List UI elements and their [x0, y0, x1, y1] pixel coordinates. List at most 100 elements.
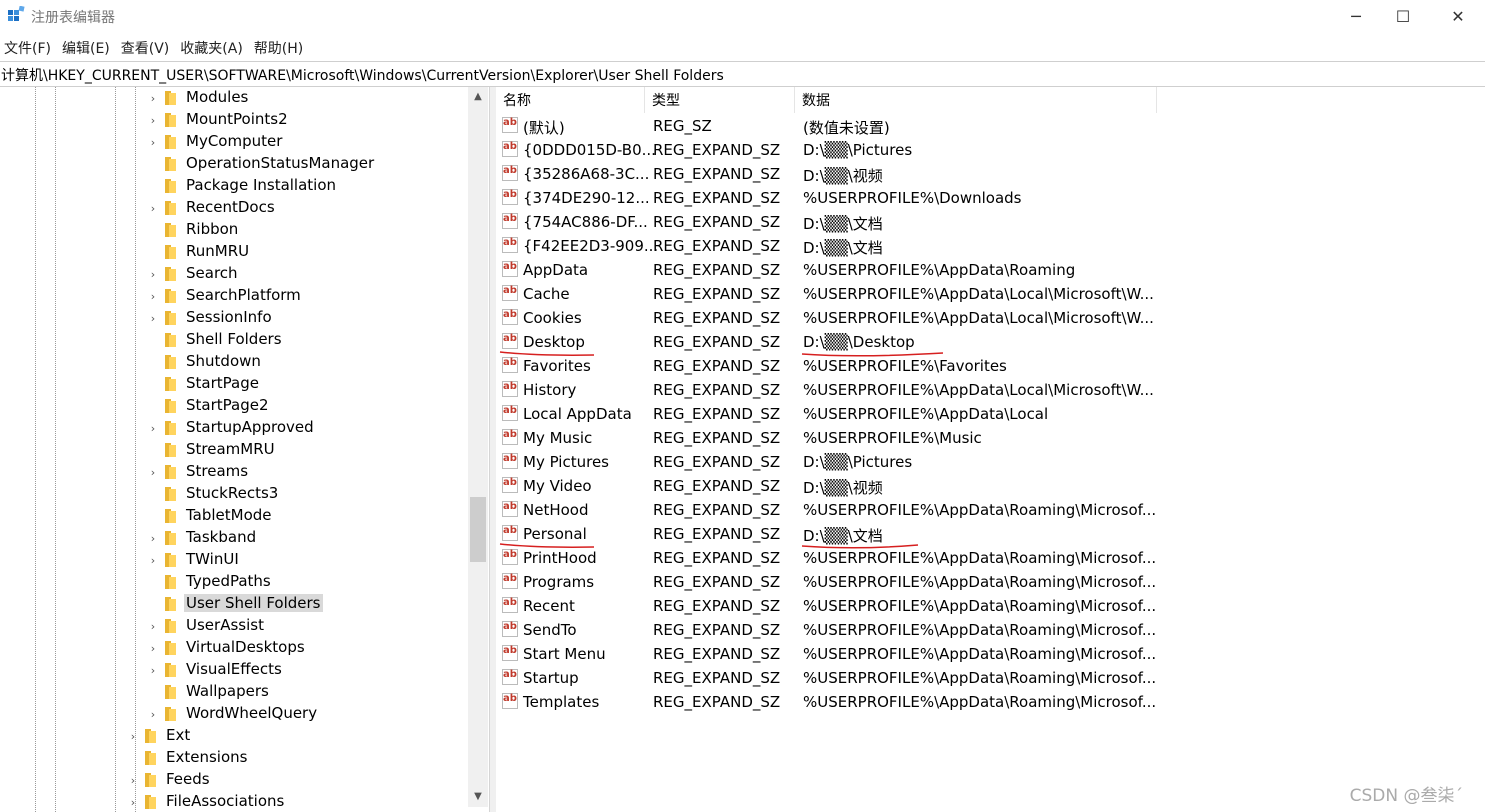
expand-chevron-icon[interactable]: › [128, 725, 138, 747]
value-row[interactable]: ab Cache REG_EXPAND_SZ %USERPROFILE%\AppDat… [496, 282, 1485, 306]
tree-item-label[interactable]: RecentDocs [184, 198, 277, 216]
value-row[interactable]: ab {35286A68-3C... REG_EXPAND_SZ D:\▒▒\视频 [496, 162, 1485, 186]
tree-item[interactable]: › Modules [0, 87, 468, 109]
close-button[interactable]: ✕ [1435, 0, 1481, 32]
value-row[interactable]: ab Programs REG_EXPAND_SZ %USERPROFILE%\App… [496, 570, 1485, 594]
value-row[interactable]: ab {0DDD015D-B0... REG_EXPAND_SZ D:\▒▒\Pict… [496, 138, 1485, 162]
tree-item-label[interactable]: VisualEffects [184, 660, 284, 678]
tree-item[interactable]: StartPage [0, 373, 468, 395]
column-header-type[interactable]: 类型 [645, 87, 795, 113]
tree-item-label[interactable]: Wallpapers [184, 682, 271, 700]
tree-item[interactable]: › Taskband [0, 527, 468, 549]
value-row[interactable]: ab My Video REG_EXPAND_SZ D:\▒▒\视频 [496, 474, 1485, 498]
tree-item[interactable]: › MyComputer [0, 131, 468, 153]
tree-item-label[interactable]: UserAssist [184, 616, 266, 634]
tree-item-label[interactable]: TypedPaths [184, 572, 273, 590]
value-row[interactable]: ab NetHood REG_EXPAND_SZ %USERPROFILE%\AppD… [496, 498, 1485, 522]
tree-item-label[interactable]: StartupApproved [184, 418, 316, 436]
tree-item[interactable]: › Ext [0, 725, 468, 747]
tree-item-label[interactable]: Feeds [164, 770, 212, 788]
expand-chevron-icon[interactable]: › [148, 263, 158, 285]
scroll-up-icon[interactable]: ▲ [468, 87, 488, 105]
tree-item[interactable]: › WordWheelQuery [0, 703, 468, 725]
tree-item[interactable]: StreamMRU [0, 439, 468, 461]
minimize-button[interactable]: ─ [1333, 0, 1379, 32]
tree-item[interactable]: › SearchPlatform [0, 285, 468, 307]
value-row[interactable]: ab SendTo REG_EXPAND_SZ %USERPROFILE%\AppDa… [496, 618, 1485, 642]
expand-chevron-icon[interactable]: › [148, 285, 158, 307]
tree-item[interactable]: › Feeds [0, 769, 468, 791]
tree-item[interactable]: Ribbon [0, 219, 468, 241]
tree-item[interactable]: › SessionInfo [0, 307, 468, 329]
expand-chevron-icon[interactable]: › [148, 461, 158, 483]
tree-item[interactable]: Extensions [0, 747, 468, 769]
tree-scrollbar[interactable]: ▲ ▼ [468, 87, 488, 807]
tree-item-label[interactable]: Ext [164, 726, 192, 744]
tree-item-label[interactable]: StartPage2 [184, 396, 271, 414]
menu-file[interactable]: 文件(F) [0, 35, 58, 59]
value-row[interactable]: ab PrintHood REG_EXPAND_SZ %USERPROFILE%\Ap… [496, 546, 1485, 570]
tree-item[interactable]: › Streams [0, 461, 468, 483]
tree-item-label[interactable]: Taskband [184, 528, 258, 546]
expand-chevron-icon[interactable]: › [148, 659, 158, 681]
value-row[interactable]: ab Startup REG_EXPAND_SZ %USERPROFILE%\AppD… [496, 666, 1485, 690]
tree-item-label[interactable]: MyComputer [184, 132, 284, 150]
value-row[interactable]: ab Start Menu REG_EXPAND_SZ %USERPROFILE%\A… [496, 642, 1485, 666]
tree-item-label[interactable]: WordWheelQuery [184, 704, 319, 722]
scroll-down-icon[interactable]: ▼ [468, 787, 488, 805]
value-row[interactable]: ab Local AppData REG_EXPAND_SZ %USERPROFILE… [496, 402, 1485, 426]
tree-item[interactable]: › VisualEffects [0, 659, 468, 681]
expand-chevron-icon[interactable]: › [148, 615, 158, 637]
tree-item-label[interactable]: Streams [184, 462, 250, 480]
tree-item-label[interactable]: Modules [184, 88, 250, 106]
value-row[interactable]: ab Templates REG_EXPAND_SZ %USERPROFILE%\Ap… [496, 690, 1485, 714]
value-row[interactable]: ab Personal REG_EXPAND_SZ D:\▒▒\文档 [496, 522, 1485, 549]
tree-item[interactable]: Shutdown [0, 351, 468, 373]
tree-item-label[interactable]: TabletMode [184, 506, 274, 524]
maximize-button[interactable]: ☐ [1380, 0, 1426, 32]
expand-chevron-icon[interactable]: › [148, 703, 158, 725]
tree-item[interactable]: Wallpapers [0, 681, 468, 703]
value-row[interactable]: ab (默认) REG_SZ (数值未设置) [496, 114, 1485, 138]
tree-item-label[interactable]: User Shell Folders [184, 594, 323, 612]
tree-item-label[interactable]: VirtualDesktops [184, 638, 307, 656]
tree-item[interactable]: StuckRects3 [0, 483, 468, 505]
menu-view[interactable]: 查看(V) [117, 35, 177, 59]
expand-chevron-icon[interactable]: › [148, 417, 158, 439]
tree-item-label[interactable]: StuckRects3 [184, 484, 280, 502]
tree-item[interactable]: › RecentDocs [0, 197, 468, 219]
tree-item-label[interactable]: RunMRU [184, 242, 251, 260]
value-row[interactable]: ab My Music REG_EXPAND_SZ %USERPROFILE%\Mus… [496, 426, 1485, 450]
value-row[interactable]: ab Cookies REG_EXPAND_SZ %USERPROFILE%\AppD… [496, 306, 1485, 330]
tree-item[interactable]: › TWinUI [0, 549, 468, 571]
value-row[interactable]: ab {374DE290-12... REG_EXPAND_SZ %USERPROFI… [496, 186, 1485, 210]
tree-item[interactable]: › Search [0, 263, 468, 285]
tree-item[interactable]: TabletMode [0, 505, 468, 527]
tree-item[interactable]: OperationStatusManager [0, 153, 468, 175]
expand-chevron-icon[interactable]: › [128, 769, 138, 791]
value-row[interactable]: ab Favorites REG_EXPAND_SZ %USERPROFILE%\Fa… [496, 354, 1485, 378]
tree-item[interactable]: › StartupApproved [0, 417, 468, 439]
value-row[interactable]: ab AppData REG_EXPAND_SZ %USERPROFILE%\AppD… [496, 258, 1485, 282]
column-header-data[interactable]: 数据 [795, 87, 1157, 113]
expand-chevron-icon[interactable]: › [148, 109, 158, 131]
tree-item[interactable]: User Shell Folders [0, 593, 468, 615]
tree-item-label[interactable]: Ribbon [184, 220, 240, 238]
address-bar[interactable]: 计算机\HKEY_CURRENT_USER\SOFTWARE\Microsoft… [0, 61, 1485, 87]
tree-item-label[interactable]: Package Installation [184, 176, 338, 194]
tree-item-label[interactable]: SearchPlatform [184, 286, 303, 304]
tree-item[interactable]: › UserAssist [0, 615, 468, 637]
scroll-thumb[interactable] [470, 497, 486, 562]
column-header-name[interactable]: 名称 [496, 87, 645, 113]
menu-favorites[interactable]: 收藏夹(A) [176, 35, 250, 59]
tree-item-label[interactable]: StartPage [184, 374, 261, 392]
tree-item[interactable]: StartPage2 [0, 395, 468, 417]
tree-item[interactable]: RunMRU [0, 241, 468, 263]
tree-item-label[interactable]: SessionInfo [184, 308, 274, 326]
menu-edit[interactable]: 编辑(E) [58, 35, 117, 59]
expand-chevron-icon[interactable]: › [148, 637, 158, 659]
expand-chevron-icon[interactable]: › [148, 549, 158, 571]
tree-item-label[interactable]: FileAssociations [164, 792, 286, 810]
tree-item-label[interactable]: StreamMRU [184, 440, 277, 458]
tree-item-label[interactable]: TWinUI [184, 550, 241, 568]
